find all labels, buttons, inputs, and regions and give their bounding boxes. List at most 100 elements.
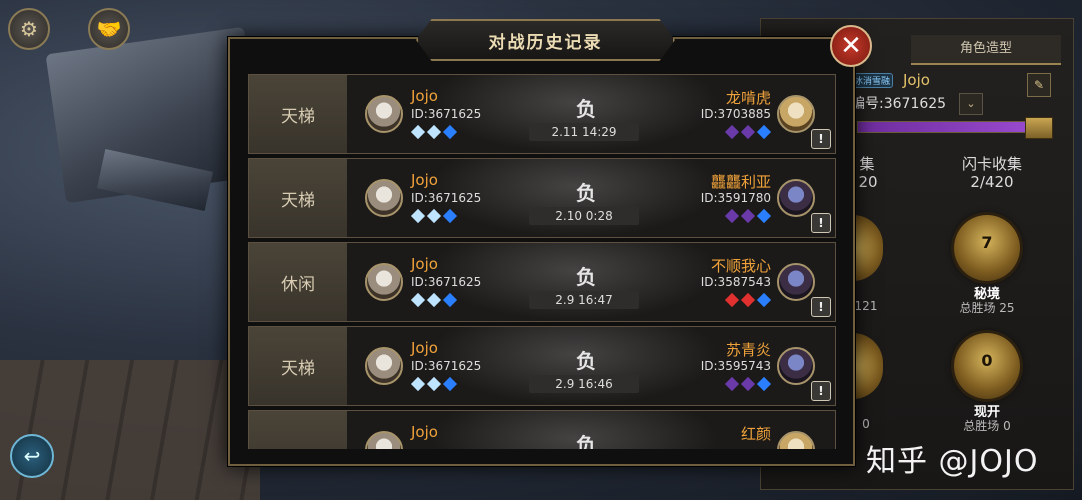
gear-icon: ⚙ xyxy=(20,17,38,41)
player-avatar[interactable] xyxy=(365,263,403,301)
match-mode: 天梯 xyxy=(249,327,347,405)
diamond-icon xyxy=(410,124,426,140)
diamond-icon xyxy=(426,124,442,140)
report-icon: ! xyxy=(818,300,824,314)
match-row[interactable]: 天梯 Jojo ID:3671625 负 2.11 14:29 龙啃虎 ID:3703885… xyxy=(248,74,836,154)
friends-button[interactable]: 🤝 xyxy=(88,8,130,50)
diamond-icon xyxy=(426,208,442,224)
dialog-title-plate: 对战历史记录 xyxy=(416,19,675,61)
diamond-icon xyxy=(442,208,458,224)
diamond-icon xyxy=(724,124,740,140)
opponent-rank-gems xyxy=(724,376,772,392)
diamond-icon xyxy=(724,376,740,392)
player-avatar[interactable] xyxy=(365,431,403,449)
title-badge: 冰消雪融 xyxy=(851,73,894,88)
stone-floor xyxy=(0,360,260,500)
draft-wins: 总胜场 0 xyxy=(963,419,1011,433)
diamond-icon xyxy=(756,376,772,392)
match-row[interactable]: 天梯 Jojo ID:3671625 负 2.9 16:46 苏青炎 ID:3595743! xyxy=(248,326,836,406)
diamond-icon xyxy=(442,292,458,308)
opponent-id: ID:3703885 xyxy=(700,107,771,121)
report-icon: ! xyxy=(818,216,824,230)
edit-name-button[interactable]: ✎ xyxy=(1027,73,1051,97)
diamond-icon xyxy=(740,376,756,392)
emblem-partial-2-wins: 0 xyxy=(862,417,870,431)
diamond-icon xyxy=(724,292,740,308)
player-name: Jojo xyxy=(411,171,438,189)
report-button[interactable]: ! xyxy=(811,129,831,149)
diamond-icon xyxy=(756,124,772,140)
diamond-icon xyxy=(740,124,756,140)
opponent-name: 龘龘利亚 xyxy=(710,173,771,191)
draft-emblem[interactable]: 0 xyxy=(954,333,1020,399)
player-id: ID:3671625 xyxy=(411,191,482,205)
player-avatar[interactable] xyxy=(365,95,403,133)
diamond-icon xyxy=(442,376,458,392)
player-avatar[interactable] xyxy=(365,179,403,217)
match-mode: 天梯 xyxy=(249,75,347,153)
pencil-icon: ✎ xyxy=(1033,78,1045,92)
opponent-rank-gems xyxy=(724,292,772,308)
opponent-avatar[interactable] xyxy=(777,263,815,301)
close-button[interactable]: ✕ xyxy=(830,25,872,67)
diamond-icon xyxy=(410,292,426,308)
watermark: 知乎 @JOJO xyxy=(866,444,1039,479)
match-time: 2.11 14:29 xyxy=(529,123,639,141)
player-name: Jojo xyxy=(411,87,438,105)
match-time: 2.9 16:46 xyxy=(529,375,639,393)
match-row[interactable]: 天梯 Jojo ID:3671625 负 2.10 0:28 龘龘利亚 ID:3591780… xyxy=(248,158,836,238)
secret-realm-wins: 总胜场 25 xyxy=(959,301,1015,315)
report-button[interactable]: ! xyxy=(811,381,831,401)
diamond-icon xyxy=(756,208,772,224)
chest-icon[interactable] xyxy=(1025,117,1053,139)
player-id: ID:3671625 xyxy=(411,107,482,121)
opponent-name: 龙啃虎 xyxy=(725,89,771,107)
match-row[interactable]: Jojo 负 红颜 xyxy=(248,410,836,449)
match-time: 2.10 0:28 xyxy=(529,207,639,225)
match-result: 负 xyxy=(576,97,596,121)
report-button[interactable]: ! xyxy=(811,297,831,317)
player-id: ID:3671625 xyxy=(411,359,482,373)
match-row[interactable]: 休闲 Jojo ID:3671625 负 2.9 16:47 不顺我心 ID:3587543… xyxy=(248,242,836,322)
opponent-avatar[interactable] xyxy=(777,95,815,133)
match-result: 负 xyxy=(576,181,596,205)
match-mode xyxy=(249,411,347,449)
opponent-name: 苏青炎 xyxy=(725,341,771,359)
opponent-name: 红颜 xyxy=(740,425,771,443)
secret-realm-emblem[interactable]: 7 xyxy=(954,215,1020,281)
player-rank-gems xyxy=(410,124,458,140)
player-rank-gems xyxy=(410,208,458,224)
close-icon: ✕ xyxy=(840,31,862,61)
match-result: 负 xyxy=(576,433,596,449)
opponent-id: ID:3587543 xyxy=(700,275,771,289)
opponent-name: 不顺我心 xyxy=(710,257,771,275)
opponent-rank-gems xyxy=(724,124,772,140)
diamond-icon xyxy=(410,376,426,392)
diamond-icon xyxy=(426,292,442,308)
match-mode: 天梯 xyxy=(249,159,347,237)
diamond-icon xyxy=(442,124,458,140)
diamond-icon xyxy=(426,376,442,392)
player-avatar[interactable] xyxy=(365,347,403,385)
diamond-icon xyxy=(740,208,756,224)
match-list[interactable]: 天梯 Jojo ID:3671625 负 2.11 14:29 龙啃虎 ID:3703885… xyxy=(248,74,838,449)
diamond-icon xyxy=(724,208,740,224)
rank-dropdown-button[interactable]: ⌄ xyxy=(959,93,983,115)
opponent-avatar[interactable] xyxy=(777,179,815,217)
diamond-icon xyxy=(756,292,772,308)
match-time: 2.9 16:47 xyxy=(529,291,639,309)
player-id: ID:3671625 xyxy=(411,275,482,289)
tab-character-skin[interactable]: 角色造型 xyxy=(911,35,1061,65)
back-arrow-icon: ↩ xyxy=(23,444,41,468)
player-rank-gems xyxy=(410,376,458,392)
report-icon: ! xyxy=(818,132,824,146)
opponent-avatar[interactable] xyxy=(777,347,815,385)
stat-label-collection: 集 xyxy=(859,155,875,173)
player-rank-gems xyxy=(410,292,458,308)
settings-button[interactable]: ⚙ xyxy=(8,8,50,50)
player-name: Jojo xyxy=(411,255,438,273)
opponent-avatar[interactable] xyxy=(777,431,815,449)
report-button[interactable]: ! xyxy=(811,213,831,233)
level-progress-bar xyxy=(857,121,1037,133)
back-button[interactable]: ↩ xyxy=(10,434,54,478)
